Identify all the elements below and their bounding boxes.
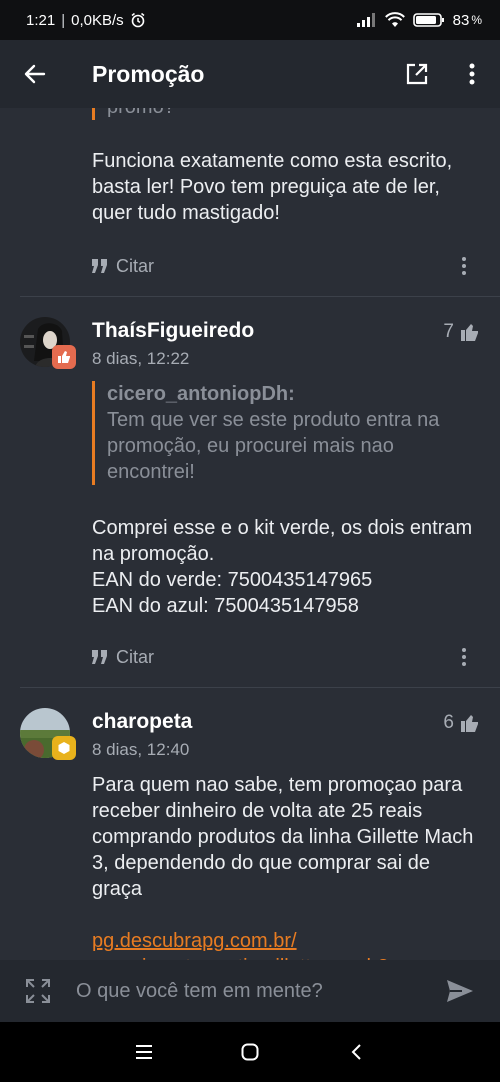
comment-input[interactable] <box>76 979 420 1003</box>
quote-author: cicero_antoniopDh: <box>107 383 295 405</box>
comment-text: Comprei esse e o kit verde, os dois entr… <box>92 517 473 617</box>
comment-text: Funciona exatamente como esta escrito, b… <box>92 150 453 224</box>
chevron-left-icon <box>351 1044 361 1060</box>
app-bar: Promoção <box>0 40 500 108</box>
like-button[interactable]: 6 <box>443 712 480 734</box>
menu-icon <box>136 1045 152 1059</box>
quote-block: promo? <box>92 108 476 120</box>
quote-icon <box>92 650 107 664</box>
comment-more-button[interactable] <box>452 645 476 669</box>
quote-reply-label: Citar <box>116 646 155 667</box>
quote-reply-label: Citar <box>116 255 155 276</box>
like-button[interactable]: 7 <box>443 321 480 343</box>
author-name[interactable]: ThaísFigueiredo <box>92 319 254 343</box>
home-button[interactable] <box>235 1037 265 1067</box>
open-external-button[interactable] <box>390 40 444 108</box>
send-icon <box>447 980 473 1002</box>
back-button[interactable] <box>0 40 70 108</box>
thumbs-up-icon <box>461 324 478 341</box>
like-count: 7 <box>443 321 454 342</box>
overflow-menu-button[interactable] <box>444 40 500 108</box>
comment-actions: Citar <box>0 246 500 286</box>
recent-apps-button[interactable] <box>129 1037 159 1067</box>
quote-text: promo? <box>107 108 476 120</box>
comment-post: promo? Funciona exatamente como esta esc… <box>0 108 500 297</box>
comment-header: ThaísFigueiredo 8 dias, 12:22 7 <box>0 317 500 377</box>
open-external-icon <box>406 63 428 85</box>
expand-icon <box>26 979 50 1003</box>
comment-more-button[interactable] <box>452 254 476 278</box>
system-nav-bar <box>0 1022 500 1082</box>
quote-text: Tem que ver se este produto entra na pro… <box>107 409 440 483</box>
page-title: Promoção <box>92 60 205 87</box>
thumbs-up-icon <box>461 715 478 732</box>
comment-header: charopeta 8 dias, 12:40 6 <box>0 708 500 768</box>
quote-block: cicero_antoniopDh: Tem que ver se este p… <box>92 381 476 485</box>
more-vertical-icon <box>469 63 475 85</box>
expand-composer-button[interactable] <box>0 960 76 1022</box>
send-button[interactable] <box>420 960 500 1022</box>
status-time: 1:21 <box>26 11 56 29</box>
quote-icon <box>92 259 107 273</box>
comment-post: ThaísFigueiredo 8 dias, 12:22 7 cicero_a… <box>0 297 500 688</box>
like-count: 6 <box>443 712 454 733</box>
quote-reply-button[interactable]: Citar <box>92 256 154 277</box>
user-badge-icon <box>52 345 76 369</box>
quote-reply-button[interactable]: Citar <box>92 647 154 668</box>
author-name[interactable]: charopeta <box>92 710 192 734</box>
home-icon <box>241 1043 259 1061</box>
comment-post: charopeta 8 dias, 12:40 6 Para quem nao … <box>0 688 500 960</box>
user-badge-icon <box>52 736 76 760</box>
alarm-icon <box>130 12 146 28</box>
post-date: 8 dias, 12:22 <box>92 349 190 368</box>
system-back-button[interactable] <box>341 1037 371 1067</box>
wifi-icon <box>384 12 405 28</box>
status-net-speed: 0,0KB/s <box>71 11 124 29</box>
comment-actions: Citar <box>0 637 500 677</box>
back-arrow-icon <box>24 64 46 84</box>
external-link[interactable]: pg.descubrapg.com.br/ <box>92 928 476 954</box>
post-date: 8 dias, 12:40 <box>92 740 190 759</box>
comment-text: Para quem nao sabe, tem promoçao para re… <box>92 774 474 900</box>
signal-icon <box>356 13 377 27</box>
comment-composer <box>0 960 500 1022</box>
comments-list[interactable]: promo? Funciona exatamente como esta esc… <box>0 108 500 960</box>
battery-level: 83 <box>452 11 470 29</box>
battery-icon <box>412 12 445 28</box>
status-bar: 1:21 | 0,0KB/s 83% <box>0 0 500 40</box>
